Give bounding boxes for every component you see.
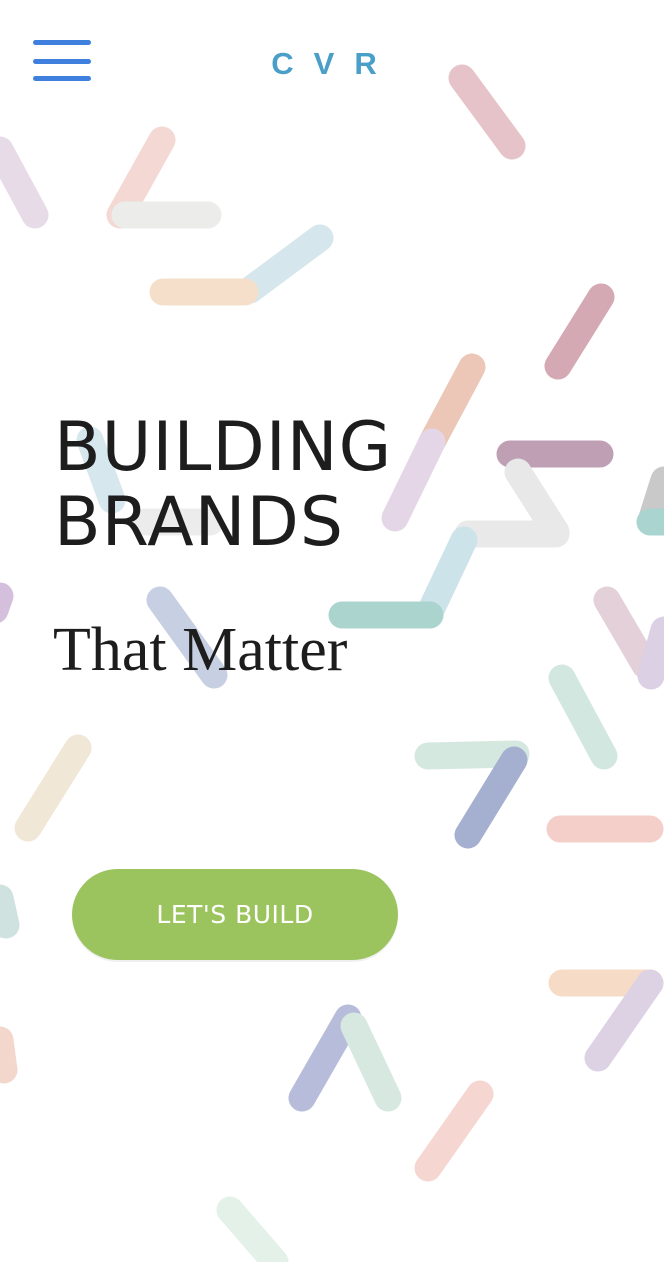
menu-icon-bar bbox=[33, 59, 91, 64]
confetti-stroke bbox=[416, 526, 478, 626]
confetti-stroke bbox=[637, 616, 664, 690]
hero-subheadline: That Matter bbox=[53, 616, 348, 684]
confetti-stroke bbox=[14, 734, 92, 842]
confetti-stroke bbox=[448, 64, 526, 160]
confetti-stroke bbox=[381, 428, 446, 532]
site-logo[interactable]: CVR bbox=[262, 42, 406, 86]
confetti-stroke bbox=[0, 136, 49, 229]
headline-line-1: BUILDING bbox=[54, 408, 393, 487]
menu-button[interactable] bbox=[30, 38, 94, 86]
confetti-stroke bbox=[593, 586, 659, 679]
headline-line-2: BRANDS bbox=[54, 483, 345, 562]
lets-build-button[interactable]: LET'S BUILD bbox=[72, 869, 398, 960]
confetti-stroke bbox=[544, 283, 615, 380]
menu-icon-bar bbox=[33, 40, 91, 45]
confetti-stroke bbox=[0, 1026, 18, 1084]
confetti-stroke bbox=[340, 1012, 402, 1112]
hero-headline: BUILDING BRANDS bbox=[54, 410, 392, 560]
confetti-stroke bbox=[454, 746, 528, 849]
confetti-stroke bbox=[236, 224, 334, 304]
confetti-stroke bbox=[0, 884, 20, 939]
confetti-stroke bbox=[288, 1004, 362, 1112]
menu-icon-bar bbox=[33, 76, 91, 81]
confetti-stroke bbox=[548, 664, 618, 770]
confetti-stroke bbox=[414, 1080, 494, 1182]
confetti-stroke bbox=[216, 1196, 289, 1262]
landing-page: CVR BUILDING BRANDS That Matter LET'S BU… bbox=[0, 0, 664, 1262]
